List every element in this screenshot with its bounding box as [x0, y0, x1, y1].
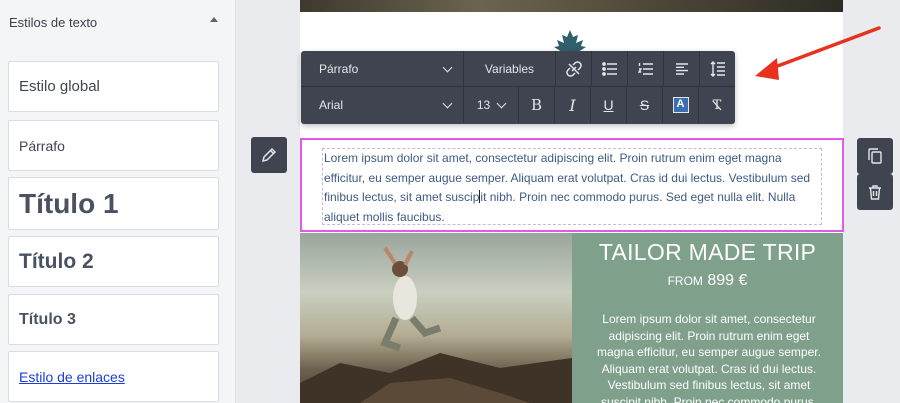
style-card-heading-3[interactable]: Título 3 — [8, 294, 219, 345]
copy-icon — [868, 148, 882, 164]
style-card-label: Título 2 — [19, 249, 94, 273]
promo-from-label: FROM — [667, 274, 703, 288]
chevron-down-icon — [442, 62, 453, 72]
style-card-label: Estilo global — [19, 78, 100, 95]
clear-format-slash-icon — [712, 100, 722, 111]
line-height-button[interactable] — [700, 51, 735, 87]
promo-body-text: Lorem ipsum dolor sit amet, consectetur … — [597, 312, 821, 403]
paragraph-format-value: Párrafo — [319, 62, 359, 76]
bulleted-list-button[interactable] — [592, 51, 628, 87]
panel-title: Estilos de texto — [9, 15, 98, 30]
underline-button[interactable]: U — [591, 87, 627, 123]
link-icon — [565, 61, 582, 77]
style-card-heading-2[interactable]: Título 2 — [8, 236, 219, 287]
font-family-value: Arial — [319, 98, 344, 112]
align-button[interactable] — [664, 51, 700, 87]
chevron-up-icon[interactable] — [210, 17, 218, 22]
jumping-person-photo — [300, 233, 572, 403]
style-card-links[interactable]: Estilo de enlaces — [8, 351, 219, 402]
selected-text-block[interactable]: Lorem ipsum dolor sit amet, consectetur … — [300, 138, 844, 232]
header-image — [300, 0, 843, 12]
numbered-list-icon — [637, 63, 653, 75]
strikethrough-icon: S — [639, 97, 650, 113]
text-color-icon: A — [672, 97, 689, 113]
toolbar-row-2: Arial 13 B I U S A T — [301, 87, 735, 123]
variables-button[interactable]: Variables — [464, 51, 556, 87]
edit-block-button[interactable] — [251, 137, 287, 173]
trash-icon — [869, 184, 881, 200]
font-family-select[interactable]: Arial — [301, 87, 464, 123]
text-format-toolbar: Párrafo Variables Arial 13 B I U S A T — [301, 51, 735, 124]
style-card-label: Párrafo — [19, 137, 65, 154]
align-left-icon — [675, 63, 688, 75]
text-editor[interactable]: Lorem ipsum dolor sit amet, consectetur … — [322, 148, 822, 225]
bold-button[interactable]: B — [519, 87, 555, 123]
font-size-select[interactable]: 13 — [464, 87, 519, 123]
promo-title: TAILOR MADE TRIP — [598, 239, 817, 265]
promo-block: TAILOR MADE TRIP FROM 899 € Lorem ipsum … — [572, 233, 843, 403]
style-card-global[interactable]: Estilo global — [8, 61, 219, 112]
duplicate-block-button[interactable] — [857, 138, 893, 174]
style-card-label: Estilo de enlaces — [19, 368, 125, 385]
style-card-paragraph[interactable]: Párrafo — [8, 120, 219, 171]
italic-icon: I — [569, 95, 576, 115]
font-size-value: 13 — [476, 98, 491, 112]
italic-button[interactable]: I — [555, 87, 591, 123]
chevron-down-icon — [496, 98, 507, 108]
link-button[interactable] — [556, 51, 592, 87]
underline-icon: U — [603, 97, 614, 113]
bulleted-list-icon — [601, 62, 617, 76]
style-card-label: Título 3 — [19, 310, 76, 328]
text-styles-panel: Estilos de texto Estilo global Párrafo T… — [0, 0, 236, 403]
style-card-label: Título 1 — [19, 187, 119, 219]
paragraph-format-select[interactable]: Párrafo — [301, 51, 464, 87]
delete-block-button[interactable] — [857, 174, 893, 210]
style-card-heading-1[interactable]: Título 1 — [8, 177, 219, 230]
numbered-list-button[interactable] — [628, 51, 664, 87]
text-color-button[interactable]: A — [663, 87, 699, 123]
toolbar-row-1: Párrafo Variables — [301, 51, 735, 87]
strikethrough-button[interactable]: S — [627, 87, 663, 123]
pencil-icon — [261, 147, 277, 163]
variables-label: Variables — [484, 62, 535, 76]
red-arrow-icon — [755, 26, 881, 80]
promo-price: FROM 899 € — [572, 272, 843, 290]
line-height-icon — [710, 61, 725, 77]
promo-price-value: 899 € — [707, 272, 748, 289]
bold-icon: B — [530, 96, 543, 114]
chevron-down-icon — [442, 98, 453, 108]
clear-format-button[interactable]: T — [699, 87, 735, 123]
